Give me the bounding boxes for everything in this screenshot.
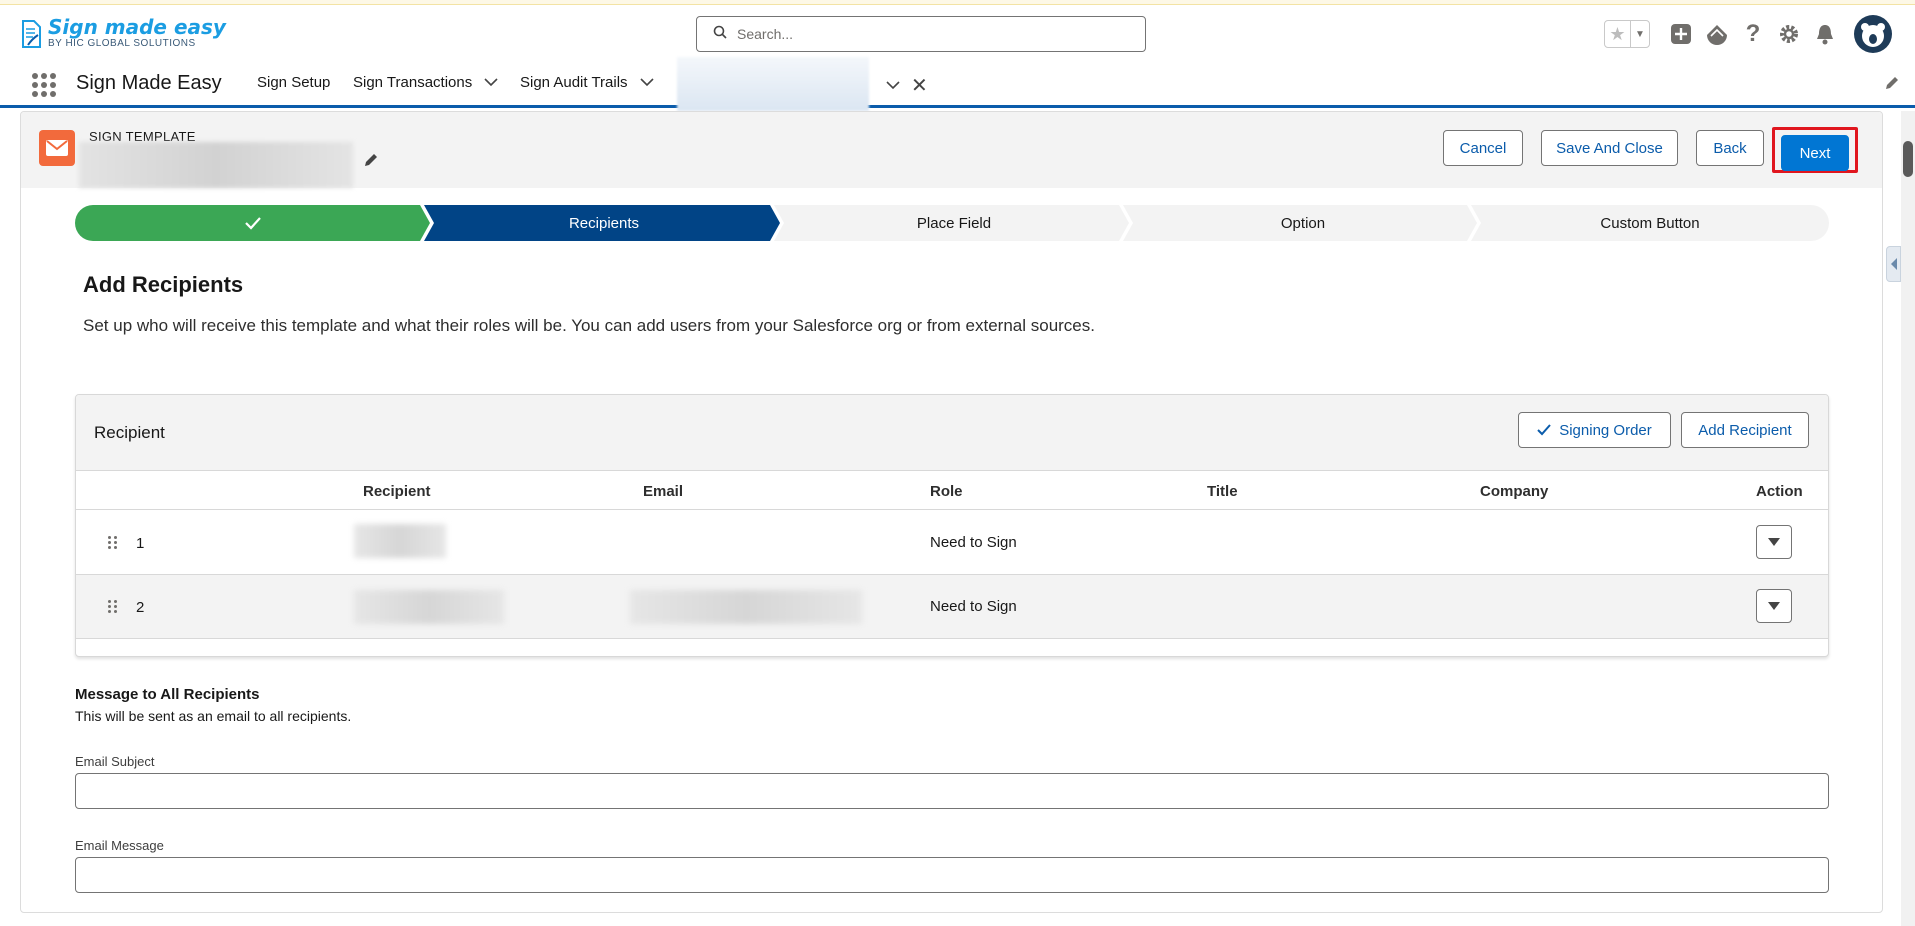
help-icon[interactable]: ? xyxy=(1740,20,1766,47)
table-row: 1 Need to Sign xyxy=(76,511,1828,575)
app-navigation-bar: Sign Made Easy Sign Setup Sign Transacti… xyxy=(0,57,1915,111)
record-header: SIGN TEMPLATE Cancel Save And Close Back… xyxy=(21,112,1882,188)
email-icon xyxy=(39,130,75,166)
email-message-input[interactable] xyxy=(75,857,1829,893)
cancel-button[interactable]: Cancel xyxy=(1443,130,1523,166)
recipient-email-redacted xyxy=(630,590,862,624)
chevron-down-icon[interactable] xyxy=(484,74,498,91)
search-icon xyxy=(713,25,727,44)
message-section-title: Message to All Recipients xyxy=(75,686,260,703)
column-header-recipient: Recipient xyxy=(363,483,431,500)
recipient-order: 1 xyxy=(136,535,145,552)
add-recipient-button[interactable]: Add Recipient xyxy=(1681,412,1809,448)
document-logo-icon xyxy=(20,19,42,49)
email-message-label: Email Message xyxy=(75,838,164,853)
notifications-bell-icon[interactable] xyxy=(1812,21,1838,47)
trailhead-icon[interactable] xyxy=(1704,21,1730,47)
recipient-name-redacted xyxy=(354,524,446,558)
scrollbar-thumb[interactable] xyxy=(1903,141,1913,177)
recipient-table-header: Recipient Email Role Title Company Actio… xyxy=(76,472,1828,510)
global-header: Sign made easy BY HIC GLOBAL SOLUTIONS S… xyxy=(0,5,1915,63)
column-header-email: Email xyxy=(643,483,684,500)
close-tab-icon[interactable]: ✕ xyxy=(911,73,928,98)
favorites-button[interactable]: ★ ▼ xyxy=(1604,20,1650,48)
logo-title: Sign made easy xyxy=(48,15,226,39)
caret-down-icon[interactable]: ▼ xyxy=(1631,29,1649,40)
table-row: 2 Need to Sign xyxy=(76,575,1828,639)
app-logo[interactable]: Sign made easy BY HIC GLOBAL SOLUTIONS xyxy=(20,17,226,50)
recipient-card-header: Recipient Signing Order Add Recipient xyxy=(76,395,1828,471)
caret-down-icon xyxy=(1768,538,1780,546)
search-input[interactable]: Search... xyxy=(737,26,793,42)
back-button[interactable]: Back xyxy=(1696,130,1764,166)
template-editor-panel: SIGN TEMPLATE Cancel Save And Close Back… xyxy=(20,111,1883,913)
template-name-redacted xyxy=(79,142,353,188)
star-icon: ★ xyxy=(1605,21,1631,47)
recipient-card-title: Recipient xyxy=(94,423,165,442)
signing-order-button[interactable]: Signing Order xyxy=(1518,412,1671,448)
chevron-left-icon xyxy=(1890,258,1897,270)
message-section-description: This will be sent as an email to all rec… xyxy=(75,708,352,724)
page-scrollbar[interactable] xyxy=(1901,111,1915,926)
path-stage-place-field[interactable]: Place Field xyxy=(780,205,1128,241)
nav-item-sign-setup[interactable]: Sign Setup xyxy=(257,74,330,91)
chevron-down-icon[interactable] xyxy=(639,74,654,91)
recipient-role: Need to Sign xyxy=(930,598,1017,615)
recipient-name-redacted xyxy=(354,590,504,624)
side-panel-toggle[interactable] xyxy=(1886,246,1901,282)
user-avatar[interactable] xyxy=(1854,15,1892,53)
recipient-order: 2 xyxy=(136,599,145,616)
section-description: Set up who will receive this template an… xyxy=(83,316,1095,335)
checkmark-icon xyxy=(244,217,261,230)
next-button[interactable]: Next xyxy=(1781,135,1849,171)
app-launcher-icon[interactable] xyxy=(32,73,56,97)
global-add-icon[interactable] xyxy=(1668,21,1694,47)
edit-name-pencil-icon[interactable] xyxy=(363,152,379,173)
gear-icon[interactable] xyxy=(1776,21,1802,47)
email-subject-input[interactable] xyxy=(75,773,1829,809)
active-record-tab[interactable] xyxy=(677,57,869,111)
column-header-action: Action xyxy=(1756,483,1803,500)
path-stage-option[interactable]: Option xyxy=(1129,205,1477,241)
row-action-menu[interactable] xyxy=(1756,525,1792,559)
chevron-down-icon[interactable] xyxy=(886,77,900,95)
drag-handle-icon[interactable] xyxy=(108,600,117,613)
caret-down-icon xyxy=(1768,602,1780,610)
progress-path: Recipients Place Field Option Custom But… xyxy=(75,205,1829,241)
column-header-company: Company xyxy=(1480,483,1549,500)
row-action-menu[interactable] xyxy=(1756,589,1792,623)
email-subject-label: Email Subject xyxy=(75,754,155,769)
column-header-title: Title xyxy=(1207,483,1238,500)
recipient-card: Recipient Signing Order Add Recipient Re… xyxy=(75,394,1829,657)
edit-nav-pencil-icon[interactable] xyxy=(1884,75,1900,96)
recipient-role: Need to Sign xyxy=(930,534,1017,551)
section-title: Add Recipients xyxy=(83,272,244,297)
global-search[interactable]: Search... xyxy=(696,16,1146,52)
save-and-close-button[interactable]: Save And Close xyxy=(1541,130,1678,166)
path-stage-recipients[interactable]: Recipients xyxy=(430,205,778,241)
nav-item-sign-audit-trails[interactable]: Sign Audit Trails xyxy=(520,74,654,91)
checkmark-icon xyxy=(1537,424,1551,436)
path-stage-complete[interactable] xyxy=(75,205,430,241)
path-stage-custom-button[interactable]: Custom Button xyxy=(1477,205,1823,241)
app-name: Sign Made Easy xyxy=(76,72,222,94)
column-header-role: Role xyxy=(930,483,963,500)
nav-item-sign-transactions[interactable]: Sign Transactions xyxy=(353,74,498,91)
logo-subtitle: BY HIC GLOBAL SOLUTIONS xyxy=(48,38,196,49)
drag-handle-icon[interactable] xyxy=(108,536,117,549)
